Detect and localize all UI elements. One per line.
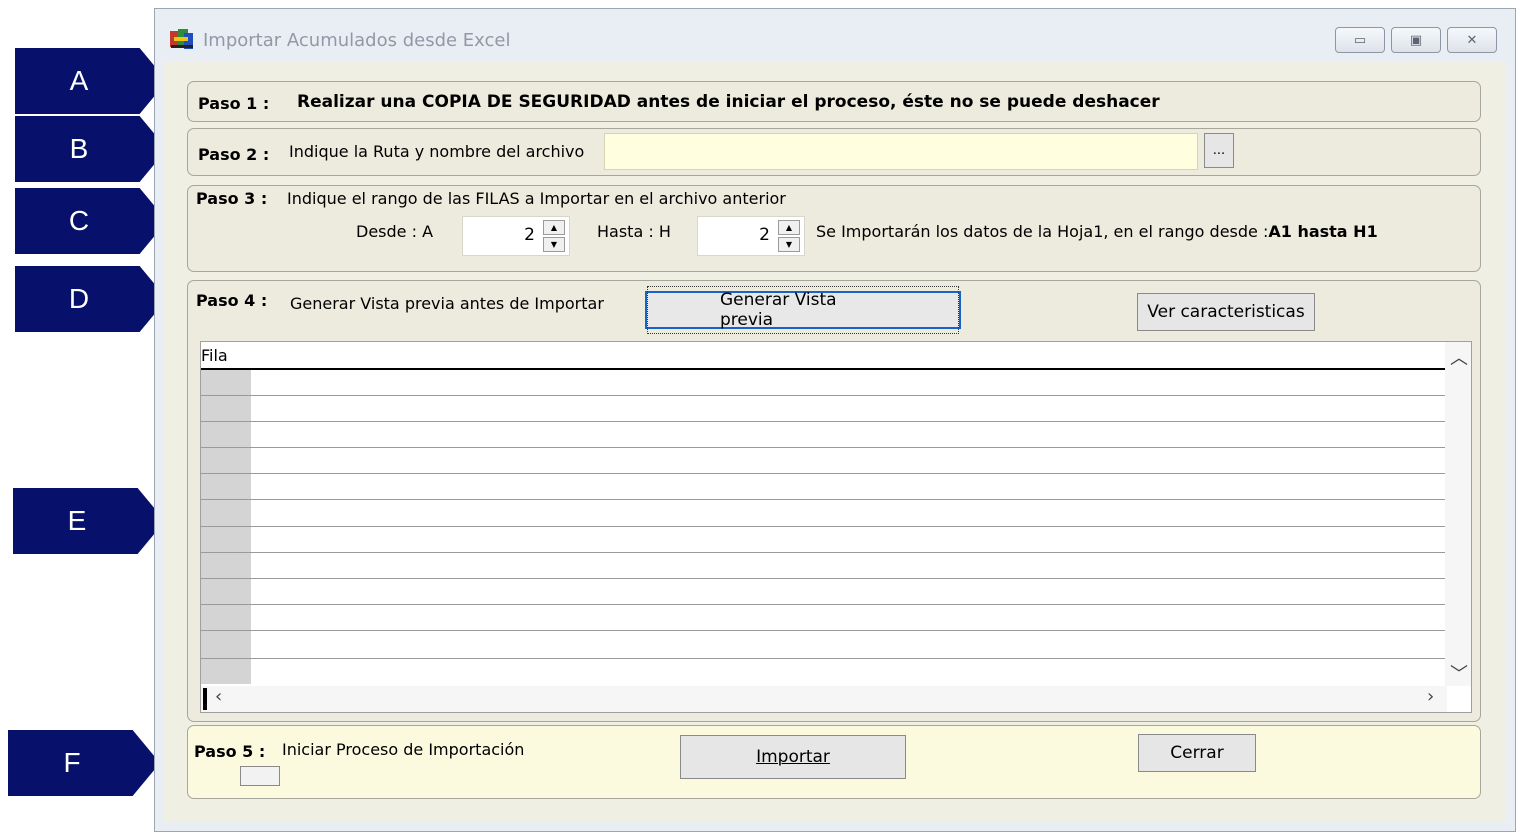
range-summary-value: A1 hasta H1 — [1268, 222, 1378, 241]
grid-row — [201, 526, 1445, 527]
desde-label: Desde : A — [356, 222, 434, 241]
step4-text: Generar Vista previa antes de Importar — [290, 294, 604, 313]
step3-text: Indique el rango de las FILAS a Importar… — [287, 189, 786, 208]
progress-indicator — [240, 766, 280, 786]
grid-row — [201, 630, 1445, 631]
import-range-summary: Se Importarán los datos de la Hoja1, en … — [816, 222, 1378, 241]
grid-cursor-marker — [203, 688, 207, 710]
grid-row — [201, 473, 1445, 474]
hasta-value: 2 — [759, 225, 770, 245]
close-window-button[interactable]: ✕ — [1447, 27, 1497, 53]
step2-label: Paso 2 : — [198, 145, 270, 164]
step5-label: Paso 5 : — [194, 742, 266, 761]
window-title: Importar Acumulados desde Excel — [203, 30, 511, 51]
browse-button[interactable]: ... — [1204, 133, 1234, 168]
step1-label: Paso 1 : — [198, 94, 270, 113]
step3-label: Paso 3 : — [196, 189, 268, 208]
hasta-label: Hasta : H — [597, 222, 671, 241]
hasta-down-arrow-icon[interactable]: ▼ — [778, 237, 800, 252]
scroll-up-icon[interactable]: ︿ — [1450, 344, 1468, 370]
desde-spinner[interactable]: 2 ▲ ▼ — [462, 216, 570, 256]
app-icon — [170, 29, 193, 49]
step4-panel: Paso 4 : Generar Vista previa antes de I… — [187, 280, 1481, 722]
callout-b: B — [15, 116, 167, 182]
file-path-input[interactable] — [604, 133, 1198, 170]
scroll-down-icon[interactable]: ﹀ — [1450, 660, 1468, 686]
callout-a: A — [15, 48, 167, 114]
step4-label: Paso 4 : — [196, 291, 268, 310]
maximize-icon: ▣ — [1409, 32, 1423, 48]
horizontal-scrollbar[interactable]: ‹ › — [201, 686, 1447, 712]
step2-text: Indique la Ruta y nombre del archivo — [289, 142, 585, 161]
grid-row — [201, 658, 1445, 659]
grid-row — [201, 578, 1445, 579]
desde-down-arrow-icon[interactable]: ▼ — [543, 237, 565, 252]
callout-d: D — [15, 266, 167, 332]
callout-e: E — [13, 488, 165, 554]
callout-f: F — [8, 730, 160, 796]
maximize-button[interactable]: ▣ — [1391, 27, 1441, 53]
grid-row — [201, 604, 1445, 605]
scroll-right-icon[interactable]: › — [1427, 686, 1434, 707]
minimize-button[interactable]: ▭ — [1335, 27, 1385, 53]
step1-panel: Paso 1 : Realizar una COPIA DE SEGURIDAD… — [187, 81, 1481, 122]
hasta-spinner[interactable]: 2 ▲ ▼ — [697, 216, 805, 256]
scroll-left-icon[interactable]: ‹ — [215, 686, 222, 707]
callout-c: C — [15, 188, 167, 254]
close-button[interactable]: Cerrar — [1138, 734, 1256, 772]
generate-preview-button[interactable]: Generar Vista previa — [645, 286, 961, 334]
close-icon: ✕ — [1466, 32, 1478, 48]
grid-row — [201, 447, 1445, 448]
window-client-area: Paso 1 : Realizar una COPIA DE SEGURIDAD… — [163, 61, 1505, 821]
range-summary-text: Se Importarán los datos de la Hoja1, en … — [816, 222, 1269, 241]
preview-grid[interactable]: Fila ︿ ﹀ ‹ › — [200, 341, 1472, 713]
step1-warning: Realizar una COPIA DE SEGURIDAD antes de… — [297, 92, 1160, 112]
title-bar[interactable]: Importar Acumulados desde Excel ▭ ▣ ✕ — [155, 9, 1515, 61]
import-window: Importar Acumulados desde Excel ▭ ▣ ✕ Pa… — [154, 8, 1516, 832]
step3-panel: Paso 3 : Indique el rango de las FILAS a… — [187, 185, 1481, 272]
step5-text: Iniciar Proceso de Importación — [282, 740, 525, 759]
step5-panel: Paso 5 : Iniciar Proceso de Importación … — [187, 725, 1481, 799]
step2-panel: Paso 2 : Indique la Ruta y nombre del ar… — [187, 128, 1481, 176]
grid-header: Fila — [201, 342, 1445, 370]
generate-preview-label: Generar Vista previa — [647, 286, 959, 334]
grid-row — [201, 552, 1445, 553]
hasta-up-arrow-icon[interactable]: ▲ — [778, 220, 800, 235]
minimize-icon: ▭ — [1353, 32, 1367, 48]
grid-row — [201, 421, 1445, 422]
desde-up-arrow-icon[interactable]: ▲ — [543, 220, 565, 235]
grid-row — [201, 395, 1445, 396]
grid-row-headers — [201, 370, 251, 684]
desde-value: 2 — [524, 225, 535, 245]
grid-row — [201, 499, 1445, 500]
view-features-button[interactable]: Ver caracteristicas — [1137, 293, 1315, 331]
import-button[interactable]: Importar — [680, 735, 906, 779]
vertical-scrollbar[interactable]: ︿ ﹀ — [1445, 342, 1471, 686]
grid-column-fila: Fila — [201, 346, 228, 365]
